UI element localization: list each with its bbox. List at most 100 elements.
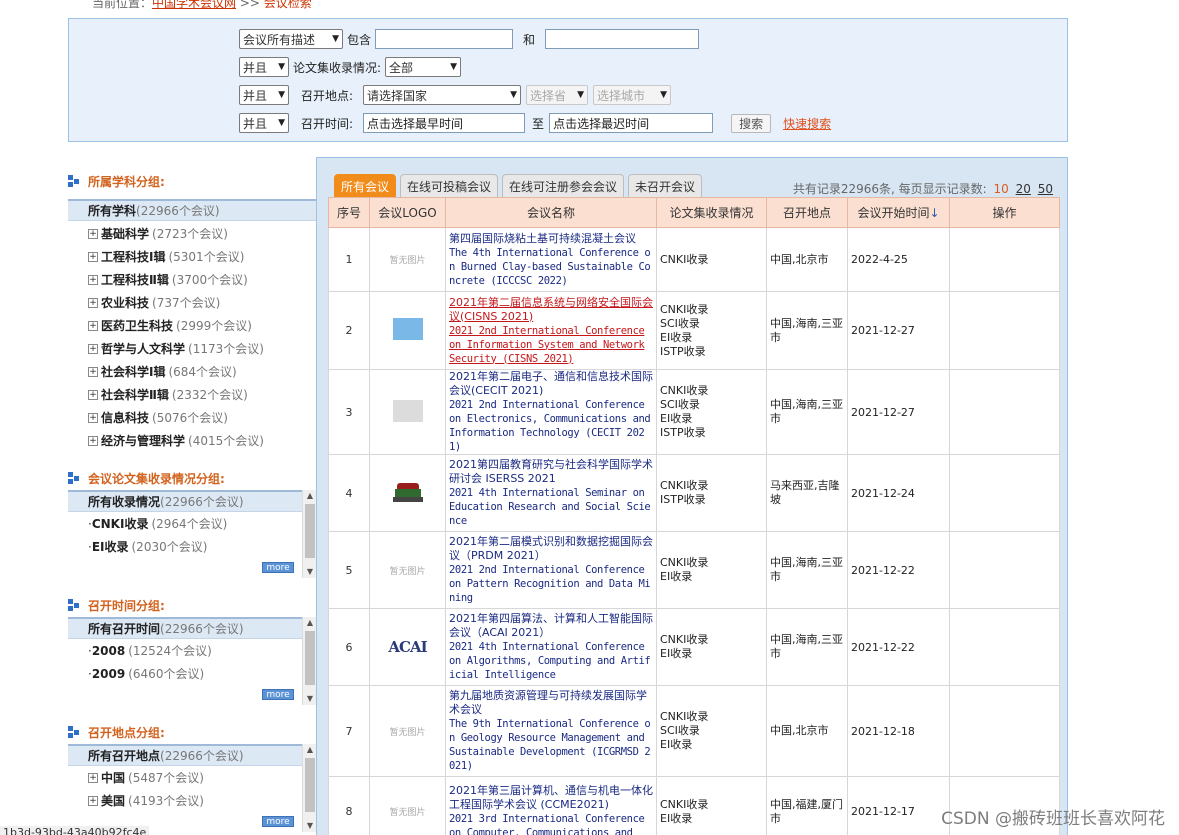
conference-name-link[interactable]: 2021年第三届计算机、通信与机电一体化工程国际学术会议 (CCME2021) 2… — [445, 776, 657, 835]
city-select[interactable]: 选择城市 ▼ — [593, 85, 672, 105]
subject-item[interactable]: + 信息科技 (5076个会议) — [68, 406, 316, 429]
conference-name-cn[interactable]: 2021年第二届信息系统与网络安全国际会议(CISNS 2021) — [449, 296, 653, 324]
conference-name-cn[interactable]: 2021年第四届算法、计算和人工智能国际会议（ACAI 2021） — [449, 612, 653, 640]
conference-name-link[interactable]: 2021年第二届模式识别和数据挖掘国际会议（PRDM 2021） 2021 2nd… — [445, 531, 657, 609]
start-time-input[interactable]: 点击选择最早时间 — [363, 113, 526, 133]
conference-name-en[interactable]: 2021 4th International Seminar on Educat… — [449, 486, 653, 528]
subject-item[interactable]: + 工程科技Ⅰ辑 (5301个会议) — [68, 245, 316, 268]
actions-cell[interactable] — [949, 227, 1060, 292]
province-select[interactable]: 选择省 ▼ — [526, 85, 589, 105]
expand-plus-icon[interactable]: + — [88, 320, 98, 331]
actions-cell[interactable] — [949, 608, 1060, 686]
conference-name-en[interactable]: 2021 2nd International Conference on Pat… — [449, 563, 653, 605]
table-row[interactable]: 4 2021第四届教育研究与社会科学国际学术研讨会 ISERSS 2021 2021… — [328, 454, 1060, 532]
conference-logo-image[interactable] — [392, 318, 423, 340]
scroll-up-icon[interactable]: ▲ — [303, 490, 317, 502]
table-row[interactable]: 7 暂无图片 第九届地质资源管理与可持续发展国际学术会议 The 9th Intern… — [328, 685, 1060, 777]
page-size-option[interactable]: 20 — [1016, 182, 1031, 196]
place-group-head[interactable]: 所有召开地点 (22966个会议) — [68, 744, 302, 766]
actions-cell[interactable] — [949, 291, 1060, 370]
scrollbar-thumb[interactable] — [305, 631, 315, 685]
no-image-placeholder[interactable]: 暂无图片 — [389, 253, 425, 266]
collection-more-button[interactable]: more — [262, 562, 294, 573]
subject-item[interactable]: + 农业科技 (737个会议) — [68, 291, 316, 314]
time-group-head[interactable]: 所有召开时间 (22966个会议) — [68, 617, 302, 639]
table-row[interactable]: 3 2021年第二届电子、通信和信息技术国际会议(CECIT 2021) 2021 … — [328, 369, 1060, 455]
table-row[interactable]: 2 2021年第二届信息系统与网络安全国际会议(CISNS 2021) 2021 2… — [328, 291, 1060, 370]
time-more-button[interactable]: more — [262, 689, 294, 700]
conference-name-link[interactable]: 第四届国际烧粘土基可持续混凝土会议 The 4th International C… — [445, 227, 657, 292]
logic-select-1[interactable]: 并且 ▼ — [239, 57, 289, 77]
page-size-option[interactable]: 50 — [1038, 182, 1053, 196]
actions-cell[interactable] — [949, 454, 1060, 532]
conference-name-cn[interactable]: 第九届地质资源管理与可持续发展国际学术会议 — [449, 689, 653, 717]
subject-item[interactable]: + 医药卫生科技 (2999个会议) — [68, 314, 316, 337]
place-scrollbar[interactable]: ▲ ▼ — [302, 744, 316, 832]
scrollbar-thumb[interactable] — [305, 504, 315, 558]
conference-name-en[interactable]: 2021 2nd International Conference on Ele… — [449, 398, 653, 454]
actions-cell[interactable] — [949, 531, 1060, 609]
collection-scrollbar[interactable]: ▲ ▼ — [302, 490, 316, 578]
conference-name-en[interactable]: 2021 3rd International Conference on Com… — [449, 812, 653, 835]
subject-item[interactable]: + 经济与管理科学 (4015个会议) — [68, 429, 316, 452]
no-image-placeholder[interactable]: 暂无图片 — [389, 805, 425, 818]
expand-plus-icon[interactable]: + — [88, 251, 98, 262]
subject-item[interactable]: + 社会科学Ⅱ辑 (2332个会议) — [68, 383, 316, 406]
tab-all-conferences[interactable]: 所有会议 — [334, 174, 397, 198]
subject-item[interactable]: + 哲学与人文科学 (1173个会议) — [68, 337, 316, 360]
breadcrumb-home-link[interactable]: 中国学术会议网 — [152, 0, 236, 10]
logic-select-2[interactable]: 并且 ▼ — [239, 85, 289, 105]
place-more-button[interactable]: more — [262, 816, 294, 827]
no-image-placeholder[interactable]: 暂无图片 — [389, 564, 425, 577]
time-scrollbar[interactable]: ▲ ▼ — [302, 617, 316, 705]
conference-logo-image[interactable] — [392, 399, 423, 422]
scroll-up-icon[interactable]: ▲ — [303, 744, 317, 756]
conference-name-cn[interactable]: 第四届国际烧粘土基可持续混凝土会议 — [449, 232, 653, 246]
table-row[interactable]: 5 暂无图片 2021年第二届模式识别和数据挖掘国际会议（PRDM 2021） 202… — [328, 531, 1060, 609]
scroll-down-icon[interactable]: ▼ — [303, 693, 317, 705]
conference-name-cn[interactable]: 2021第四届教育研究与社会科学国际学术研讨会 ISERSS 2021 — [449, 458, 653, 486]
quick-search-link[interactable]: 快速搜索 — [783, 115, 831, 132]
expand-plus-icon[interactable]: + — [88, 297, 98, 308]
place-item[interactable]: + 美国 (4193个会议) — [68, 789, 316, 812]
collection-select[interactable]: 全部 ▼ — [385, 57, 462, 77]
conference-name-link[interactable]: 2021年第四届算法、计算和人工智能国际会议（ACAI 2021） 2021 4t… — [445, 608, 657, 686]
expand-plus-icon[interactable]: + — [88, 343, 98, 354]
table-row[interactable]: 1 暂无图片 第四届国际烧粘土基可持续混凝土会议 The 4th Internatio… — [328, 227, 1060, 292]
tab-online-submission[interactable]: 在线可投稿会议 — [400, 174, 499, 198]
keyword-input-2[interactable] — [545, 29, 700, 49]
logic-select-3[interactable]: 并且 ▼ — [239, 113, 289, 133]
conference-name-en[interactable]: The 9th International Conference on Geol… — [449, 717, 653, 773]
actions-cell[interactable] — [949, 685, 1060, 777]
collection-item[interactable]: · EI收录 (2030个会议) — [68, 535, 316, 558]
search-button[interactable]: 搜索 — [731, 113, 772, 133]
table-row[interactable]: 6 ACAI 2021年第四届算法、计算和人工智能国际会议（ACAI 2021） 20… — [328, 608, 1060, 686]
subject-item[interactable]: + 社会科学Ⅰ辑 (684个会议) — [68, 360, 316, 383]
place-item[interactable]: + 中国 (5487个会议) — [68, 766, 316, 789]
expand-plus-icon[interactable]: + — [88, 389, 98, 400]
expand-plus-icon[interactable]: + — [88, 795, 98, 806]
tab-online-registration[interactable]: 在线可注册参会会议 — [502, 174, 625, 198]
conference-name-cn[interactable]: 2021年第二届电子、通信和信息技术国际会议(CECIT 2021) — [449, 370, 653, 398]
expand-plus-icon[interactable]: + — [88, 772, 98, 783]
scroll-up-icon[interactable]: ▲ — [303, 617, 317, 629]
subject-item[interactable]: + 工程科技Ⅱ辑 (3700个会议) — [68, 268, 316, 291]
scroll-down-icon[interactable]: ▼ — [303, 566, 317, 578]
subject-item[interactable]: + 基础科学 (2723个会议) — [68, 222, 316, 245]
expand-plus-icon[interactable]: + — [88, 228, 98, 239]
country-select[interactable]: 请选择国家 ▼ — [363, 85, 522, 105]
scrollbar-thumb[interactable] — [305, 758, 315, 812]
time-item[interactable]: · 2008 (12524个会议) — [68, 639, 316, 662]
expand-plus-icon[interactable]: + — [88, 435, 98, 446]
collection-group-head[interactable]: 所有收录情况 (22966个会议) — [68, 490, 302, 512]
keyword-input-1[interactable] — [375, 29, 514, 49]
actions-cell[interactable] — [949, 369, 1060, 455]
expand-plus-icon[interactable]: + — [88, 366, 98, 377]
conference-logo-image[interactable]: ACAI — [388, 638, 427, 656]
header-start-date[interactable]: 会议开始时间↓ — [847, 197, 950, 228]
conference-name-en[interactable]: 2021 4th International Conference on Alg… — [449, 640, 653, 682]
conference-name-link[interactable]: 第九届地质资源管理与可持续发展国际学术会议 The 9th Internation… — [445, 685, 657, 777]
conference-name-en[interactable]: The 4th International Conference on Burn… — [449, 246, 653, 288]
conference-name-link[interactable]: 2021年第二届信息系统与网络安全国际会议(CISNS 2021) 2021 2n… — [445, 291, 657, 370]
page-size-option[interactable]: 10 — [994, 182, 1009, 196]
